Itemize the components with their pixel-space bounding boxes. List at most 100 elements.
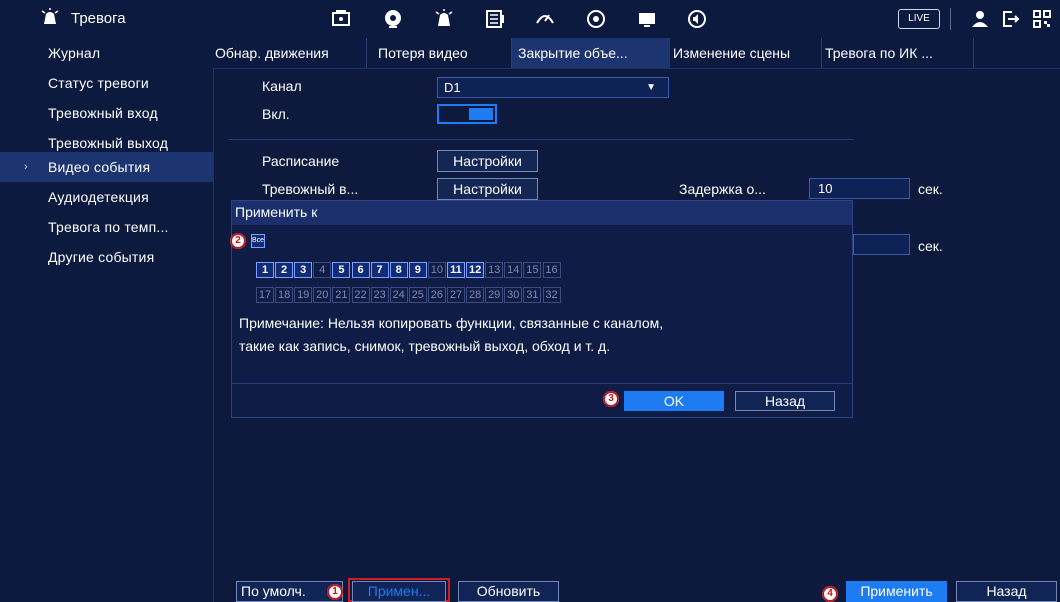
- sidebar-item-audio-detection[interactable]: Аудиодетекция: [0, 182, 213, 212]
- channel-checkbox-25[interactable]: 25: [408, 287, 427, 303]
- sidebar-item-video-events[interactable]: › Видео события: [0, 152, 213, 182]
- sidebar-item-temperature-alarm[interactable]: Тревога по темп...: [0, 212, 213, 242]
- channel-checkbox-8[interactable]: 8: [389, 262, 408, 278]
- alarm-output-label: Тревожный в...: [262, 181, 359, 197]
- divider: [950, 8, 951, 30]
- delay-input[interactable]: 10: [809, 178, 910, 199]
- channel-checkbox-17[interactable]: 17: [256, 287, 274, 303]
- display-icon[interactable]: [635, 7, 659, 31]
- toggle-knob: [469, 108, 493, 120]
- back-button[interactable]: Назад: [956, 581, 1057, 602]
- channel-checkbox-10[interactable]: 10: [427, 262, 446, 278]
- sidebar-item-label: Тревожный вход: [48, 105, 158, 121]
- tab-ir-alarm[interactable]: Тревога по ИК ...: [825, 38, 975, 68]
- step-marker: 3: [603, 391, 619, 407]
- duration-input[interactable]: [853, 234, 910, 255]
- delay-label: Задержка о...: [679, 181, 766, 197]
- channel-checkbox-5[interactable]: 5: [332, 262, 351, 278]
- channel-checkbox-3[interactable]: 3: [294, 262, 313, 278]
- channel-checkbox-28[interactable]: 28: [466, 287, 485, 303]
- logout-icon[interactable]: [998, 7, 1022, 31]
- divider: [366, 38, 367, 68]
- network-icon[interactable]: [381, 7, 405, 31]
- sec-label: сек.: [918, 238, 943, 254]
- divider: [232, 383, 852, 384]
- channel-checkbox-32[interactable]: 32: [542, 287, 561, 303]
- channel-checkbox-18[interactable]: 18: [275, 287, 294, 303]
- delay-value: 10: [818, 181, 833, 196]
- channel-checkbox-14[interactable]: 14: [504, 262, 523, 278]
- channel-checkbox-23[interactable]: 23: [370, 287, 389, 303]
- camera-icon[interactable]: [329, 7, 353, 31]
- tab-motion-detection[interactable]: Обнар. движения: [215, 38, 361, 68]
- tab-scene-change[interactable]: Изменение сцены: [673, 38, 823, 68]
- channel-checkbox-7[interactable]: 7: [370, 262, 389, 278]
- sidebar-item-label: Аудиодетекция: [48, 189, 149, 205]
- system-icon[interactable]: [533, 7, 557, 31]
- user-icon[interactable]: [968, 7, 992, 31]
- channel-checkbox-16[interactable]: 16: [542, 262, 561, 278]
- ptz-icon[interactable]: [584, 7, 608, 31]
- sidebar-item-label: Журнал: [48, 45, 101, 61]
- ok-button[interactable]: OK: [624, 391, 724, 411]
- tab-label: Обнар. движения: [215, 45, 329, 61]
- select-all-checkbox[interactable]: Все: [251, 234, 265, 248]
- channel-label: Канал: [262, 78, 302, 94]
- channel-checkbox-24[interactable]: 24: [389, 287, 408, 303]
- sidebar-item-label: Тревожный выход: [48, 135, 169, 151]
- channel-checkbox-15[interactable]: 15: [523, 262, 542, 278]
- dialog-title: Применить к: [235, 204, 318, 220]
- select-all-label: Все: [252, 237, 265, 244]
- dialog-header: Применить к: [232, 201, 852, 225]
- channel-checkbox-26[interactable]: 26: [427, 287, 446, 303]
- sidebar-item-alarm-input[interactable]: Тревожный вход: [0, 98, 213, 128]
- sidebar-item-label: Статус тревоги: [48, 75, 149, 91]
- note-text-line2: такие как запись, снимок, тревожный выхо…: [239, 338, 611, 354]
- tab-label: Закрытие объе...: [518, 45, 628, 61]
- tab-label: Изменение сцены: [673, 45, 791, 61]
- step-marker: 1: [327, 584, 343, 600]
- apply-to-button[interactable]: Примен...: [352, 581, 446, 602]
- refresh-button[interactable]: Обновить: [458, 581, 559, 602]
- chevron-down-icon: ▼: [646, 82, 656, 93]
- page-title: Тревога: [71, 10, 126, 27]
- sec-label: сек.: [918, 181, 943, 197]
- sidebar-item-log[interactable]: Журнал: [0, 38, 213, 68]
- enable-label: Вкл.: [262, 106, 290, 122]
- channel-checkbox-31[interactable]: 31: [523, 287, 542, 303]
- channel-checkbox-4[interactable]: 4: [313, 262, 332, 278]
- tab-tampering[interactable]: Закрытие объе...: [512, 38, 670, 68]
- sidebar-item-alarm-status[interactable]: Статус тревоги: [0, 68, 213, 98]
- channel-checkbox-20[interactable]: 20: [313, 287, 332, 303]
- qr-icon[interactable]: [1030, 7, 1054, 31]
- sidebar-item-label: Видео события: [48, 159, 151, 175]
- apply-to-dialog: Применить к Все 1 2 3 4 5 6 7 8 9 10 11 12 13 14 15 16 …: [231, 200, 853, 418]
- channel-checkbox-13[interactable]: 13: [485, 262, 504, 278]
- sidebar-item-other-events[interactable]: Другие события: [0, 242, 213, 272]
- channel-checkbox-22[interactable]: 22: [351, 287, 370, 303]
- tab-video-loss[interactable]: Потеря видео: [378, 38, 503, 68]
- apply-button[interactable]: Применить: [846, 581, 947, 602]
- channel-checkbox-9[interactable]: 9: [408, 262, 427, 278]
- channel-checkbox-12[interactable]: 12: [466, 262, 485, 278]
- alarm-output-settings-button[interactable]: Настройки: [437, 178, 538, 200]
- channel-checkbox-2[interactable]: 2: [275, 262, 294, 278]
- channel-checkbox-21[interactable]: 21: [332, 287, 351, 303]
- channel-checkbox-11[interactable]: 11: [447, 262, 465, 278]
- enable-toggle[interactable]: [437, 104, 497, 124]
- channel-checkbox-30[interactable]: 30: [504, 287, 523, 303]
- schedule-settings-button[interactable]: Настройки: [437, 150, 538, 172]
- channel-checkbox-29[interactable]: 29: [485, 287, 504, 303]
- channel-checkbox-19[interactable]: 19: [294, 287, 313, 303]
- channel-checkbox-27[interactable]: 27: [447, 287, 465, 303]
- storage-icon[interactable]: [483, 7, 507, 31]
- audio-icon[interactable]: [685, 7, 709, 31]
- channel-select[interactable]: D1 ▼: [437, 77, 669, 98]
- channel-checkbox-1[interactable]: 1: [256, 262, 274, 278]
- dialog-back-button[interactable]: Назад: [735, 391, 835, 411]
- alarm-icon[interactable]: [432, 7, 456, 31]
- sidebar-item-label: Тревога по темп...: [48, 219, 169, 235]
- live-button[interactable]: LIVE: [898, 9, 940, 29]
- channel-checkbox-6[interactable]: 6: [351, 262, 370, 278]
- divider: [821, 38, 822, 68]
